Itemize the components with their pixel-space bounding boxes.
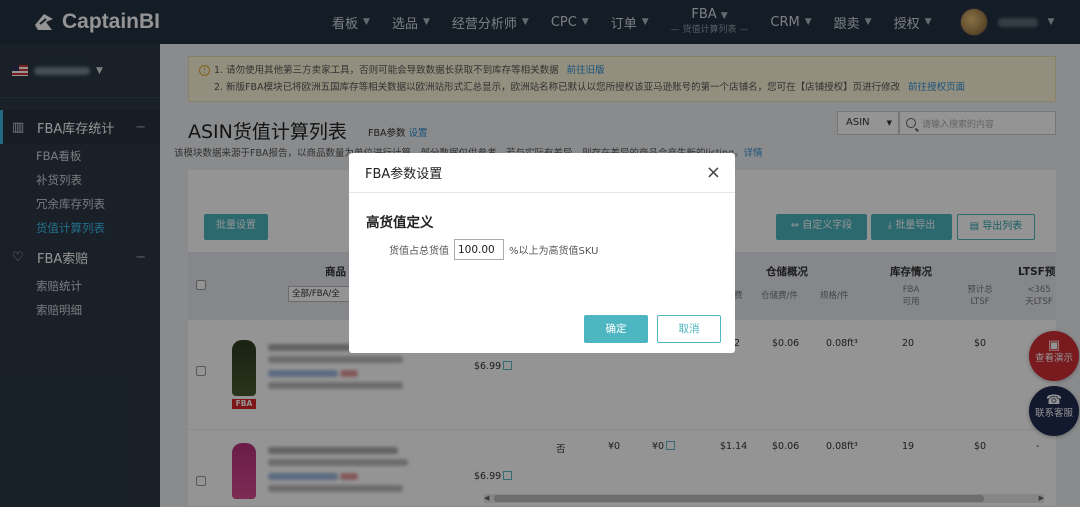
dialog-section-title: 高货值定义 [366, 215, 434, 231]
dialog-title: FBA参数设置 [365, 167, 443, 182]
cancel-button[interactable]: 取消 [657, 315, 721, 343]
field-suffix: %以上为高货值SKU [509, 246, 599, 257]
dialog-header: FBA参数设置 [349, 153, 735, 193]
field-label: 货值占总货值 [389, 246, 449, 257]
close-icon[interactable]: × [706, 162, 721, 183]
high-value-row: 货值占总货值 %以上为高货值SKU [389, 239, 598, 260]
high-value-percent-input[interactable] [454, 239, 504, 260]
fba-param-dialog: FBA参数设置 × 高货值定义 货值占总货值 %以上为高货值SKU 确定 取消 [349, 153, 735, 353]
confirm-button[interactable]: 确定 [584, 315, 648, 343]
